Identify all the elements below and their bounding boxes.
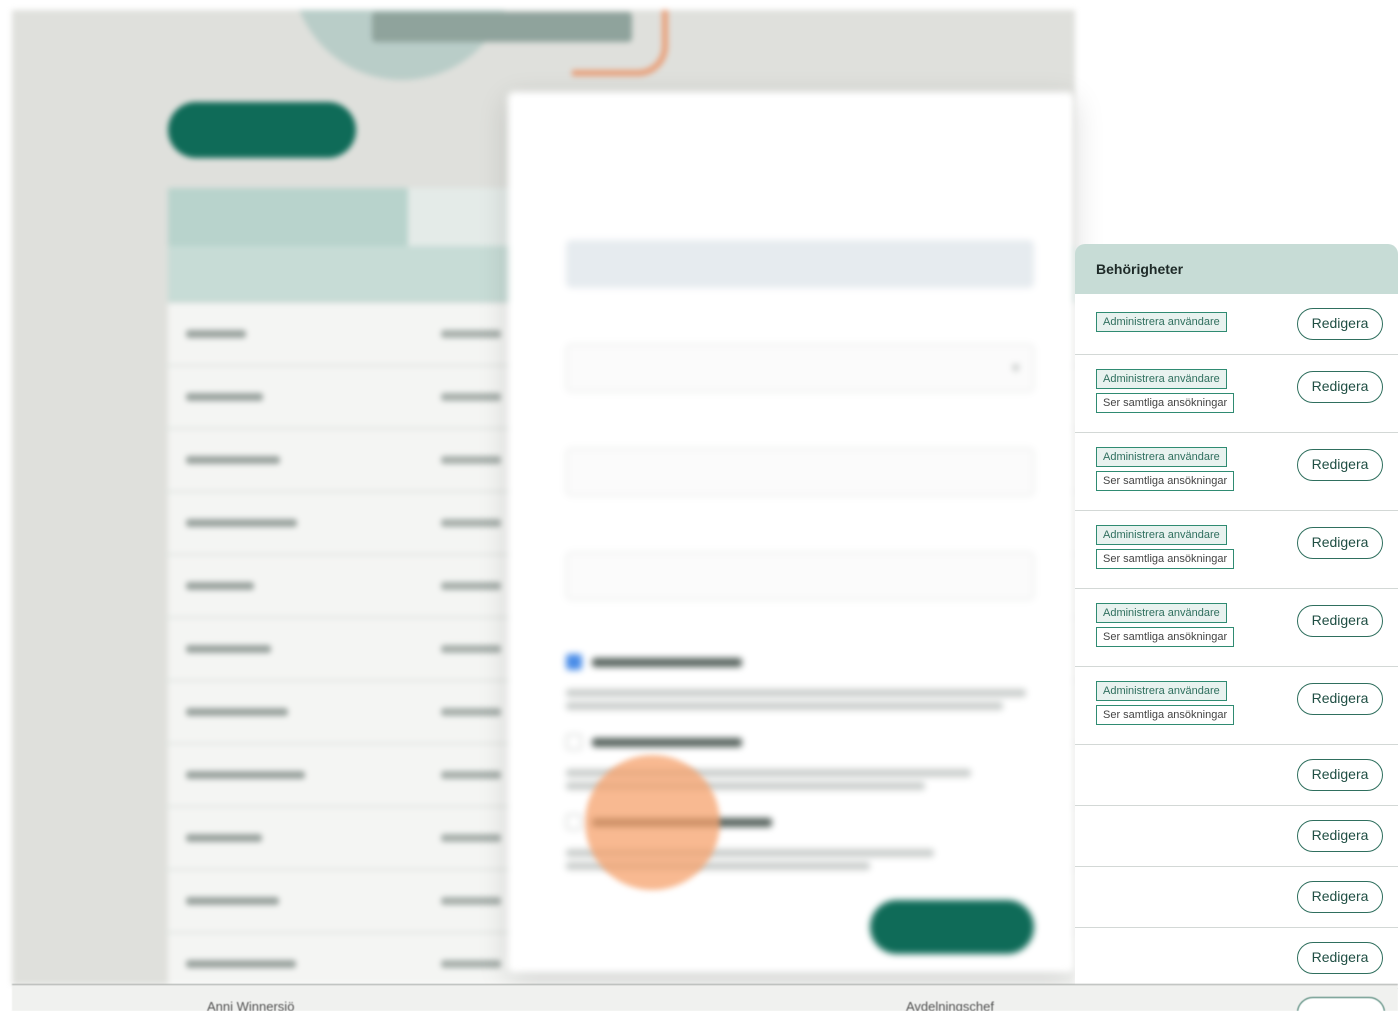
table-row: Administrera användare Ser samtliga ansök… bbox=[1075, 511, 1398, 589]
permission-tags: Administrera användare Ser samtliga ansök… bbox=[1096, 681, 1235, 725]
edit-button[interactable]: Redigera bbox=[1297, 881, 1383, 913]
user-name: Anni Winnersjö bbox=[207, 999, 295, 1011]
permissions-column: Behörigheter Administrera användare Redig… bbox=[1075, 244, 1398, 989]
edit-button[interactable]: Redigera bbox=[1297, 683, 1383, 715]
edit-button[interactable]: Redigera bbox=[1297, 820, 1383, 852]
row-name-cell bbox=[168, 516, 441, 531]
table-row: Administrera användare Ser samtliga ansök… bbox=[1075, 355, 1398, 433]
row-name-cell bbox=[168, 957, 441, 972]
edit-button[interactable]: Redigera bbox=[1297, 449, 1383, 481]
row-name-cell bbox=[168, 831, 441, 846]
save-button[interactable] bbox=[870, 900, 1034, 954]
table-row: Administrera användare Redigera bbox=[1075, 294, 1398, 355]
permission-tag: Administrera användare bbox=[1096, 447, 1227, 467]
edit-button[interactable]: Redigera bbox=[1297, 605, 1383, 637]
permission-option-label bbox=[592, 737, 742, 747]
checkbox-checked[interactable] bbox=[566, 654, 582, 670]
row-name-cell bbox=[168, 705, 441, 720]
row-name-cell bbox=[168, 768, 441, 783]
name-field[interactable] bbox=[566, 448, 1034, 496]
row-name-cell bbox=[168, 327, 441, 342]
permission-tag: Administrera användare bbox=[1096, 312, 1227, 332]
user-title: Avdelningschef bbox=[906, 999, 994, 1011]
permission-tag: Administrera användare bbox=[1096, 603, 1227, 623]
tab-active[interactable] bbox=[168, 188, 408, 246]
cursor-highlight bbox=[585, 755, 720, 890]
permission-tags: Administrera användare Ser samtliga ansök… bbox=[1096, 369, 1235, 413]
row-name-cell bbox=[168, 390, 441, 405]
chevron-down-icon: ▾ bbox=[1012, 361, 1019, 376]
add-user-button[interactable] bbox=[168, 102, 356, 158]
edit-button[interactable]: Redigera bbox=[1297, 759, 1383, 791]
table-row: Redigera bbox=[1075, 867, 1398, 928]
row-name-cell bbox=[168, 579, 441, 594]
permission-option-2[interactable] bbox=[566, 734, 742, 750]
edit-button[interactable]: Redigera bbox=[1297, 308, 1383, 340]
table-row: Administrera användare Ser samtliga ansök… bbox=[1075, 433, 1398, 511]
table-row: Administrera användare Ser samtliga ansök… bbox=[1075, 589, 1398, 667]
checkbox-unchecked[interactable] bbox=[566, 814, 582, 830]
edit-button[interactable]: Redigera bbox=[1297, 942, 1383, 974]
permission-tags: Administrera användare Ser samtliga ansök… bbox=[1096, 603, 1235, 647]
table-row: Redigera bbox=[1075, 806, 1398, 867]
edit-button[interactable] bbox=[1297, 997, 1385, 1011]
edit-button[interactable]: Redigera bbox=[1297, 371, 1383, 403]
permission-tag: Ser samtliga ansökningar bbox=[1096, 471, 1235, 491]
permission-tags: Administrera användare Ser samtliga ansök… bbox=[1096, 525, 1235, 569]
title-field[interactable] bbox=[566, 552, 1034, 600]
edit-button[interactable]: Redigera bbox=[1297, 527, 1383, 559]
table-row: Administrera användare Ser samtliga ansök… bbox=[1075, 667, 1398, 745]
role-select[interactable]: ▾ bbox=[566, 344, 1034, 392]
permission-description bbox=[566, 684, 1026, 715]
tab-bar bbox=[168, 188, 528, 246]
permission-option-label bbox=[592, 657, 742, 667]
table-row: Redigera bbox=[1075, 745, 1398, 806]
permissions-header: Behörigheter bbox=[1075, 244, 1398, 294]
permission-tag: Administrera användare bbox=[1096, 525, 1227, 545]
checkbox-unchecked[interactable] bbox=[566, 734, 582, 750]
row-name-cell bbox=[168, 642, 441, 657]
permission-tag: Ser samtliga ansökningar bbox=[1096, 627, 1235, 647]
permission-tag: Ser samtliga ansökningar bbox=[1096, 549, 1235, 569]
email-field[interactable] bbox=[566, 240, 1034, 288]
row-name-cell bbox=[168, 453, 441, 468]
permission-tag: Ser samtliga ansökningar bbox=[1096, 705, 1235, 725]
permission-tag: Administrera användare bbox=[1096, 369, 1227, 389]
permission-tag: Administrera användare bbox=[1096, 681, 1227, 701]
table-row: Redigera bbox=[1075, 928, 1398, 989]
logo-accent bbox=[572, 10, 668, 76]
table-row-partial: Anni Winnersjö Avdelningschef bbox=[12, 984, 1398, 1011]
permission-tags: Administrera användare Ser samtliga ansök… bbox=[1096, 447, 1235, 491]
permission-option-1[interactable] bbox=[566, 654, 742, 670]
permission-tags: Administrera användare bbox=[1096, 312, 1227, 332]
row-name-cell bbox=[168, 894, 441, 909]
permission-tag: Ser samtliga ansökningar bbox=[1096, 393, 1235, 413]
